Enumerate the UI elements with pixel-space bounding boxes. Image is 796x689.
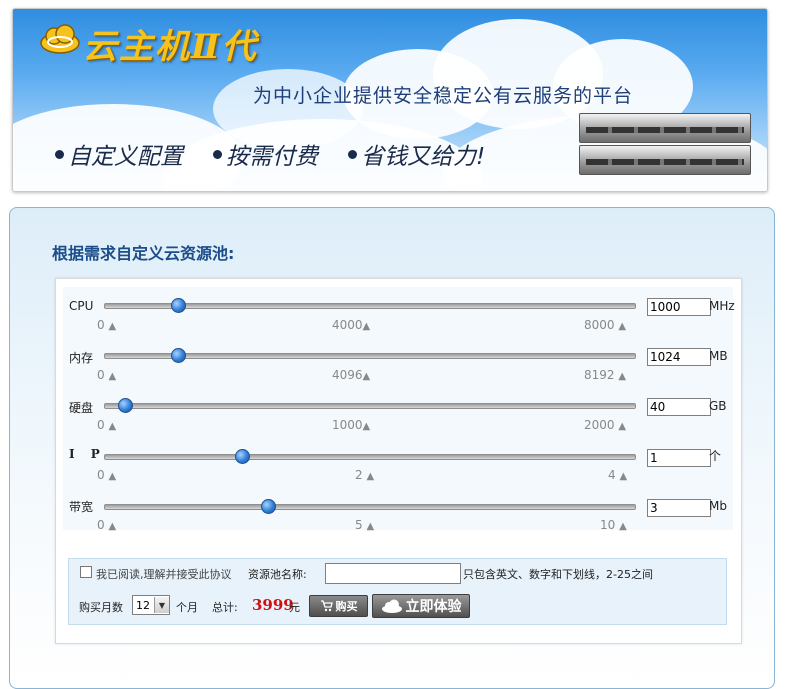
cpu-label: CPU (69, 299, 94, 313)
total-unit: 元 (289, 601, 300, 614)
disk-value-input[interactable] (647, 398, 711, 416)
cloud-icon (381, 599, 403, 613)
brand-title: 云主机Ⅱ代 (83, 27, 258, 67)
feature-label: 自定义配置 (68, 144, 183, 170)
memory-tick-mid: 4096▲ (332, 368, 371, 382)
memory-value-input[interactable] (647, 348, 711, 366)
disk-tick-max: 2000 ▲ (584, 418, 627, 432)
cpu-tick-mid: 4000▲ (332, 318, 371, 332)
month-unit: 个月 (176, 601, 198, 614)
ip-slider-track[interactable] (104, 454, 636, 460)
memory-unit: MB (709, 349, 728, 363)
feature-item: 省钱又给力! (348, 137, 485, 171)
feature-item: 按需付费 (213, 137, 318, 171)
section-heading: 根据需求自定义云资源池: (52, 244, 235, 263)
try-now-label: 立即体验 (405, 599, 462, 615)
bullet-icon (55, 149, 64, 159)
ip-slider-handle[interactable] (234, 449, 250, 464)
cpu-value-input[interactable] (647, 298, 711, 316)
ip-unit: 个 (709, 449, 722, 463)
ip-tick-max: 4 ▲ (608, 468, 628, 482)
memory-tick-min: 0 ▲ (97, 368, 117, 382)
months-label: 购买月数 (79, 601, 123, 614)
cpu-tick-min: 0 ▲ (97, 318, 117, 332)
months-select-value: 12 (136, 598, 150, 612)
try-now-button[interactable]: 立即体验 (372, 594, 470, 618)
total-price: 3999 (252, 596, 294, 614)
bandwidth-tick-mid: 5 ▲ (355, 518, 375, 532)
pool-name-hint: 只包含英文、数字和下划线，2-25之间 (463, 568, 653, 581)
buy-button-label: 购买 (335, 600, 358, 613)
ip-tick-mid: 2 ▲ (355, 468, 375, 482)
bandwidth-tick-min: 0 ▲ (97, 518, 117, 532)
feature-item: 自定义配置 (55, 137, 183, 171)
disk-unit: GB (709, 399, 727, 413)
buy-button[interactable]: 购买 (309, 595, 368, 617)
total-label: 总计: (212, 601, 238, 614)
memory-tick-max: 8192 ▲ (584, 368, 627, 382)
bandwidth-unit: Mb (709, 499, 727, 513)
pool-name-input[interactable] (325, 563, 461, 584)
cpu-unit: MHz (709, 299, 735, 313)
bullet-icon (213, 149, 222, 159)
disk-label: 硬盘 (69, 401, 94, 415)
agree-link[interactable]: 我已阅读,理解并接受此协议 (96, 566, 232, 582)
bandwidth-label: 带宽 (69, 500, 94, 514)
ip-tick-min: 0 ▲ (97, 468, 117, 482)
bandwidth-slider-track[interactable] (104, 504, 636, 510)
memory-label: 内存 (69, 351, 94, 365)
feature-label: 省钱又给力! (361, 144, 486, 170)
disk-slider-track[interactable] (104, 403, 636, 409)
cart-icon (320, 600, 333, 612)
bullet-icon (348, 149, 357, 159)
months-select[interactable]: 12 ▼ (132, 595, 170, 615)
cpu-tick-max: 8000 ▲ (584, 318, 627, 332)
cloud-logo-icon (40, 24, 80, 54)
server-rack-icon (579, 145, 751, 175)
bandwidth-tick-max: 10 ▲ (600, 518, 627, 532)
brand-slogan: 为中小企业提供安全稳定公有云服务的平台 (253, 85, 634, 107)
disk-tick-min: 0 ▲ (97, 418, 117, 432)
ip-value-input[interactable] (647, 449, 711, 467)
banner: 云主机Ⅱ代 为中小企业提供安全稳定公有云服务的平台 自定义配置 按需付费 省钱又… (12, 8, 768, 192)
feature-list: 自定义配置 按需付费 省钱又给力! (55, 137, 515, 171)
disk-tick-mid: 1000▲ (332, 418, 371, 432)
server-rack-icon (579, 113, 751, 143)
bandwidth-value-input[interactable] (647, 499, 711, 517)
chevron-down-icon[interactable]: ▼ (154, 597, 169, 613)
feature-label: 按需付费 (226, 144, 318, 170)
ip-label: I P (69, 447, 106, 461)
agree-checkbox[interactable] (80, 566, 92, 578)
pool-name-label: 资源池名称: (248, 568, 307, 581)
